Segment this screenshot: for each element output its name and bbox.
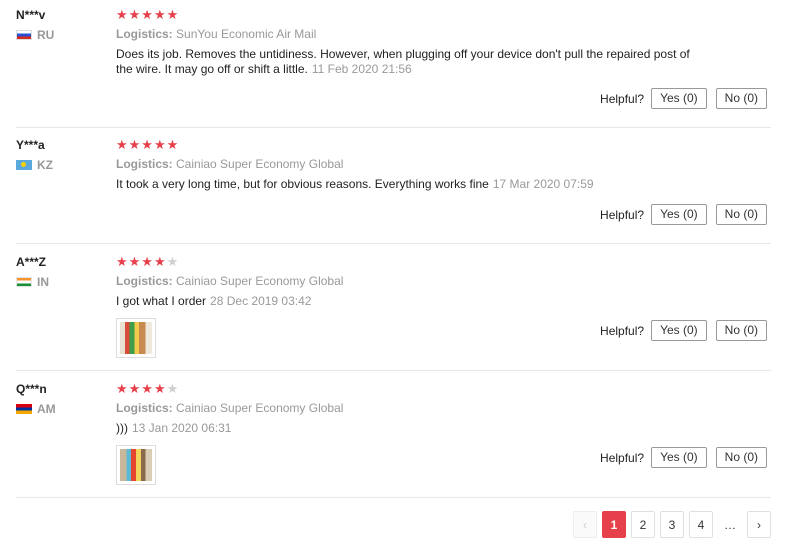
logistics-info: Logistics: SunYou Economic Air Mail (116, 27, 771, 41)
logistics-value: Cainiao Super Economy Global (176, 157, 344, 171)
empty-stars-icon: ★ (166, 254, 180, 269)
armenia-flag-icon (16, 404, 32, 414)
logistics-label: Logistics: (116, 27, 173, 41)
review-photo-thumbnail[interactable] (116, 445, 156, 485)
filled-stars-icon: ★★★★ (116, 254, 167, 269)
helpful-yes-button[interactable]: Yes (0) (651, 204, 707, 225)
helpful-no-button[interactable]: No (0) (715, 204, 767, 225)
logistics-label: Logistics: (116, 157, 173, 171)
helpful-no-button[interactable]: No (0) (715, 447, 767, 468)
review-photo-image (120, 449, 152, 481)
review-date: 28 Dec 2019 03:42 (210, 294, 312, 308)
country-code: AM (37, 402, 56, 416)
star-rating: ★★★★★ (116, 382, 771, 396)
helpful-no-button[interactable]: No (0) (715, 88, 767, 109)
star-rating: ★★★★★ (116, 138, 771, 152)
logistics-info: Logistics: Cainiao Super Economy Global (116, 401, 771, 415)
reviewer-country: IN (16, 275, 49, 289)
helpful-vote: Helpful? Yes (0) No (0) (600, 88, 767, 109)
pagination-ellipsis: … (724, 517, 736, 532)
star-rating: ★★★★★ (116, 8, 771, 22)
helpful-label: Helpful? (600, 450, 645, 465)
country-code: KZ (37, 158, 53, 172)
helpful-label: Helpful? (600, 91, 645, 106)
filled-stars-icon: ★★★★★ (116, 7, 180, 22)
review-date: 11 Feb 2020 21:56 (311, 62, 412, 76)
review-text: I got what I order 28 Dec 2019 03:42 (116, 294, 696, 309)
helpful-vote: Helpful? Yes (0) No (0) (600, 447, 767, 468)
reviewer-country: RU (16, 28, 54, 42)
page-1-button[interactable]: 1 (602, 511, 626, 538)
reviewer-name: Y***a (16, 138, 45, 152)
country-code: RU (37, 28, 55, 42)
review-item: Y***a KZ ★★★★★ Logistics: Cainiao Super … (16, 138, 771, 244)
review-text: It took a very long time, but for obviou… (116, 177, 696, 192)
review-content: ★★★★★ Logistics: SunYou Economic Air Mai… (116, 8, 771, 77)
kazakhstan-flag-icon (16, 160, 32, 170)
star-rating: ★★★★★ (116, 255, 771, 269)
logistics-label: Logistics: (116, 274, 173, 288)
review-date: 13 Jan 2020 06:31 (132, 421, 232, 435)
review-photo-thumbnail[interactable] (116, 318, 156, 358)
helpful-yes-button[interactable]: Yes (0) (651, 320, 707, 341)
review-content: ★★★★★ Logistics: Cainiao Super Economy G… (116, 138, 771, 192)
pagination: ‹ 1 2 3 4 … › (568, 511, 771, 538)
logistics-label: Logistics: (116, 401, 173, 415)
prev-page-button[interactable]: ‹ (573, 511, 597, 538)
review-item: A***Z IN ★★★★★ Logistics: Cainiao Super … (16, 255, 771, 371)
logistics-value: Cainiao Super Economy Global (176, 401, 344, 415)
helpful-vote: Helpful? Yes (0) No (0) (600, 320, 767, 341)
review-photo-image (120, 322, 152, 354)
review-body: It took a very long time, but for obviou… (116, 177, 489, 191)
review-body: ))) (116, 421, 128, 435)
helpful-label: Helpful? (600, 323, 645, 338)
helpful-yes-button[interactable]: Yes (0) (651, 447, 707, 468)
filled-stars-icon: ★★★★ (116, 381, 167, 396)
helpful-yes-button[interactable]: Yes (0) (651, 88, 707, 109)
reviewer-country: AM (16, 402, 56, 416)
review-date: 17 Mar 2020 07:59 (492, 177, 594, 191)
helpful-label: Helpful? (600, 207, 645, 222)
review-item: N***v RU ★★★★★ Logistics: SunYou Economi… (16, 8, 771, 128)
country-code: IN (37, 275, 49, 289)
review-text: Does its job. Removes the untidiness. Ho… (116, 47, 696, 77)
page-4-button[interactable]: 4 (689, 511, 713, 538)
filled-stars-icon: ★★★★★ (116, 137, 180, 152)
helpful-no-button[interactable]: No (0) (715, 320, 767, 341)
logistics-value: SunYou Economic Air Mail (176, 27, 317, 41)
empty-stars-icon: ★ (166, 381, 180, 396)
page-3-button[interactable]: 3 (660, 511, 684, 538)
reviewer-name: N***v (16, 8, 46, 22)
helpful-vote: Helpful? Yes (0) No (0) (600, 204, 767, 225)
logistics-info: Logistics: Cainiao Super Economy Global (116, 274, 771, 288)
review-item: Q***n AM ★★★★★ Logistics: Cainiao Super … (16, 382, 771, 498)
review-content: ★★★★★ Logistics: Cainiao Super Economy G… (116, 255, 771, 358)
review-content: ★★★★★ Logistics: Cainiao Super Economy G… (116, 382, 771, 485)
page-2-button[interactable]: 2 (631, 511, 655, 538)
reviewer-name: Q***n (16, 382, 47, 396)
review-body: I got what I order (116, 294, 207, 308)
logistics-value: Cainiao Super Economy Global (176, 274, 344, 288)
logistics-info: Logistics: Cainiao Super Economy Global (116, 157, 771, 171)
russia-flag-icon (16, 30, 32, 40)
next-page-button[interactable]: › (747, 511, 771, 538)
reviewer-name: A***Z (16, 255, 47, 269)
india-flag-icon (16, 277, 32, 287)
review-text: ))) 13 Jan 2020 06:31 (116, 421, 696, 436)
reviewer-country: KZ (16, 158, 53, 172)
